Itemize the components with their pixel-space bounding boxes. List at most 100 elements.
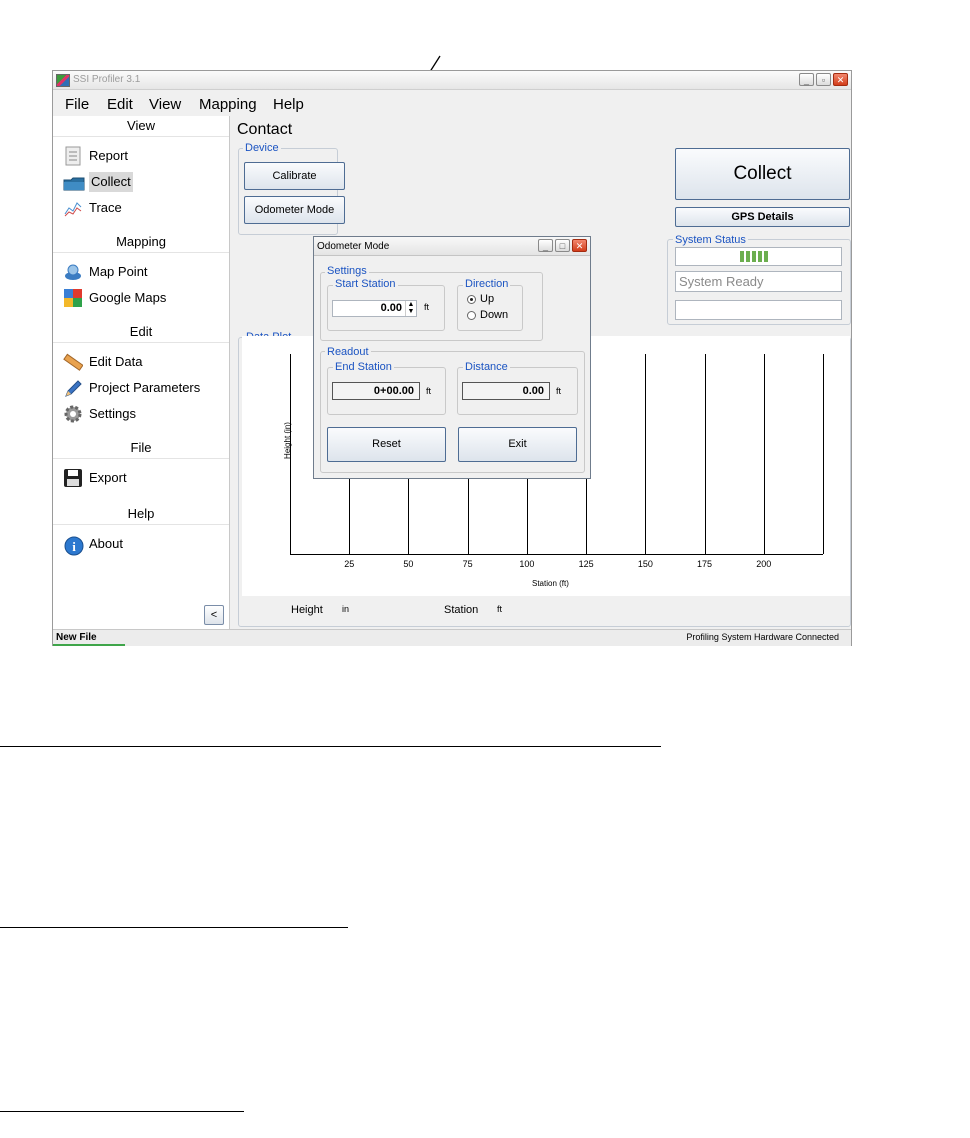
x-tick-label: 125 [578, 559, 594, 569]
end-station-title: End Station [333, 361, 394, 373]
sidebar-item-map-point[interactable]: Map Point [63, 262, 148, 282]
gear-icon [63, 404, 85, 424]
x-tick-label: 200 [756, 559, 772, 569]
ruler-icon [63, 352, 85, 372]
minimize-icon[interactable]: _ [799, 73, 814, 86]
direction-group [457, 285, 523, 331]
dialog-close-icon[interactable]: ✕ [572, 239, 587, 252]
page-title: Contact [237, 121, 293, 138]
sidebar-item-report[interactable]: Report [63, 146, 128, 166]
window-title: SSI Profiler 3.1 [73, 74, 141, 85]
start-station-unit: ft [424, 302, 430, 312]
dialog-title-bar: Odometer Mode _ □ ✕ [314, 237, 590, 256]
x-tick-label: 25 [344, 559, 355, 569]
sidebar-item-export[interactable]: Export [63, 468, 127, 488]
menu-help[interactable]: Help [273, 96, 304, 113]
sidebar-item-collect[interactable]: Collect [63, 172, 133, 192]
dialog-minimize-icon[interactable]: _ [538, 239, 553, 252]
signal-meter [675, 247, 842, 266]
radio-checked-icon [467, 294, 476, 304]
system-status-text: System Ready [675, 271, 842, 292]
form-blank-line-1 [0, 746, 661, 747]
info-icon: i [63, 534, 85, 556]
sidebar-item-project-parameters[interactable]: Project Parameters [63, 378, 200, 398]
form-blank-line-2 [0, 927, 348, 928]
height-readout-unit: in [342, 604, 350, 614]
direction-up-radio[interactable]: Up [467, 293, 494, 305]
spinner-icon[interactable]: ▲ ▼ [405, 301, 416, 316]
odometer-mode-dialog: Odometer Mode _ □ ✕ Settings Start Stati… [313, 236, 591, 479]
sidebar-section-edit: Edit [53, 322, 229, 343]
map-point-icon [63, 262, 85, 282]
x-tick-label: 100 [519, 559, 535, 569]
x-tick-label: 150 [637, 559, 653, 569]
x-tick-label: 175 [697, 559, 713, 569]
direction-down-radio[interactable]: Down [467, 309, 508, 321]
calibrate-button[interactable]: Calibrate [244, 162, 345, 190]
exit-button[interactable]: Exit [458, 427, 577, 462]
sidebar: View Report Collect Trace Mapping Map Po… [53, 116, 230, 629]
dialog-maximize-icon[interactable]: □ [555, 239, 570, 252]
menu-edit[interactable]: Edit [107, 96, 133, 113]
title-bar: SSI Profiler 3.1 _ ▫ ✕ [53, 71, 851, 90]
device-group-title: Device [243, 142, 281, 154]
distance-value: 0.00 [462, 382, 550, 400]
sidebar-item-label: Google Maps [89, 290, 167, 305]
collapse-sidebar-button[interactable]: < [204, 605, 224, 625]
x-axis-line [290, 554, 823, 555]
dialog-title: Odometer Mode [317, 241, 390, 252]
gridline [645, 354, 647, 554]
sidebar-item-label: Collect [89, 172, 133, 192]
folder-icon [63, 172, 85, 192]
restore-icon[interactable]: ▫ [816, 73, 831, 86]
menu-file[interactable]: File [65, 96, 89, 113]
sidebar-item-label: Edit Data [89, 354, 143, 369]
direction-title: Direction [463, 278, 511, 290]
sidebar-item-label: Export [89, 470, 127, 485]
end-station-unit: ft [426, 386, 432, 396]
sidebar-item-label: Map Point [89, 264, 148, 279]
status-field-empty [675, 300, 842, 320]
close-icon[interactable]: ✕ [833, 73, 848, 86]
sidebar-section-mapping: Mapping [53, 232, 229, 253]
station-readout-label: Station [444, 604, 479, 616]
gridline [763, 354, 765, 554]
direction-up-label: Up [480, 293, 495, 305]
sidebar-item-label: About [89, 536, 123, 551]
floppy-disk-icon [63, 468, 85, 488]
gps-details-button[interactable]: GPS Details [675, 207, 850, 227]
distance-unit: ft [556, 386, 562, 396]
sidebar-item-trace[interactable]: Trace [63, 198, 122, 218]
settings-title: Settings [325, 265, 369, 277]
menu-bar: File Edit View Mapping Help [53, 91, 851, 115]
status-file: New File [56, 632, 97, 643]
google-maps-icon [63, 288, 85, 308]
sidebar-item-label: Project Parameters [89, 380, 201, 395]
start-station-title: Start Station [333, 278, 398, 290]
sidebar-item-label: Settings [89, 406, 136, 421]
direction-down-label: Down [480, 309, 509, 321]
sidebar-section-file: File [53, 438, 229, 459]
sidebar-item-settings[interactable]: Settings [63, 404, 136, 424]
trace-chart-icon [63, 198, 85, 218]
x-tick-label: 75 [462, 559, 473, 569]
sidebar-item-google-maps[interactable]: Google Maps [63, 288, 166, 308]
x-tick-label: 50 [403, 559, 414, 569]
plot-right-border [823, 354, 824, 554]
sidebar-section-help: Help [53, 504, 229, 525]
sidebar-section-view: View [53, 116, 229, 137]
report-icon [63, 146, 85, 166]
status-hardware: Profiling System Hardware Connected [686, 632, 839, 642]
sidebar-item-label: Report [89, 148, 129, 163]
menu-mapping[interactable]: Mapping [199, 96, 257, 113]
sidebar-item-edit-data[interactable]: Edit Data [63, 352, 142, 372]
odometer-mode-button[interactable]: Odometer Mode [244, 196, 345, 224]
end-station-value: 0+00.00 [332, 382, 420, 400]
reset-button[interactable]: Reset [327, 427, 446, 462]
menu-view[interactable]: View [149, 96, 181, 113]
height-readout-label: Height [291, 604, 323, 616]
collect-button[interactable]: Collect [675, 148, 850, 200]
readout-title: Readout [325, 346, 371, 358]
status-bar: New File Profiling System Hardware Conne… [53, 629, 851, 646]
sidebar-item-about[interactable]: i About [63, 534, 123, 556]
